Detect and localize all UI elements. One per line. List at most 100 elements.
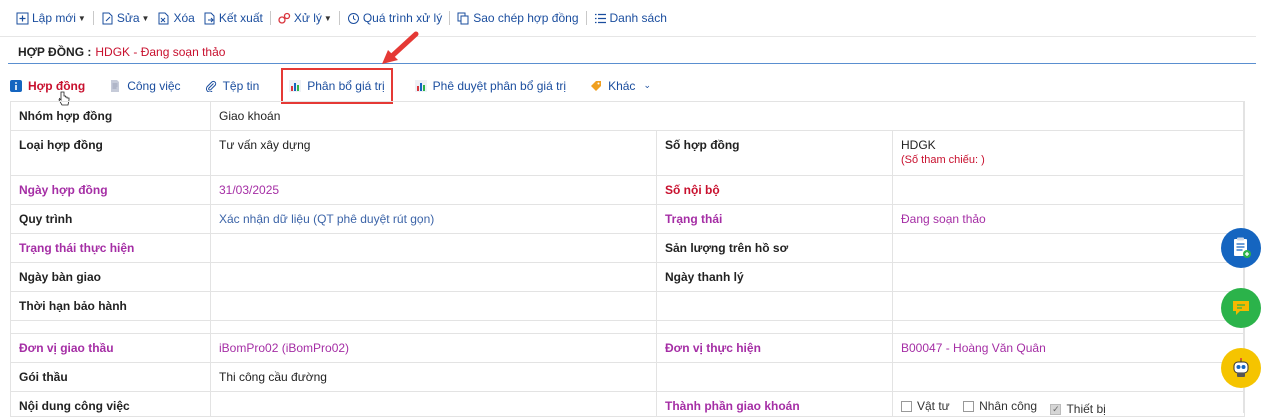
delete-button[interactable]: Xóa [157, 11, 195, 25]
execution-status-value [210, 233, 657, 263]
equipment-checkbox[interactable]: Thiết bị [1050, 402, 1106, 416]
field-label: Loại hợp đồng [10, 130, 211, 176]
bid-package-value: Thi công cầu đường [210, 362, 657, 392]
page-title-label: HỢP ĐỒNG : [18, 44, 92, 59]
process-icon [278, 12, 291, 25]
chat-icon [1233, 301, 1249, 315]
field-label: Trạng thái thực hiện [10, 233, 211, 263]
tab-contract[interactable]: Hợp đồng [10, 73, 86, 106]
clipboard-fab-button[interactable] [1221, 228, 1261, 268]
field-label: Đơn vị giao thầu [10, 333, 211, 363]
empty-cell [210, 320, 657, 334]
internal-number-value [891, 175, 1246, 205]
edit-button[interactable]: Sửa ▼ [101, 11, 150, 25]
list-button[interactable]: Danh sách [594, 11, 667, 25]
tab-tasks-label: Công việc [127, 78, 181, 93]
contract-type-value: Tư vấn xây dựng [210, 130, 657, 176]
materials-checkbox[interactable]: Vật tư [901, 399, 950, 413]
process-button[interactable]: Xử lý ▼ [278, 11, 332, 25]
form-row: Nhóm hợp đồng Giao khoán [10, 101, 1246, 131]
empty-cell [656, 291, 893, 321]
export-label: Kết xuất [218, 11, 263, 25]
tab-approve-allocation-label: Phê duyệt phân bổ giá trị [432, 78, 567, 93]
field-label: Số hợp đồng [656, 130, 893, 176]
form-row: Gói thầu Thi công cầu đường [10, 362, 1246, 392]
export-button[interactable]: Kết xuất [203, 11, 263, 25]
workflow-value: Xác nhận dữ liệu (QT phê duyệt rút gọn) [210, 204, 657, 234]
form-row: Trạng thái thực hiện Sản lượng trên hồ s… [10, 233, 1246, 263]
tab-other-label: Khác [608, 78, 636, 93]
warranty-period-value [210, 291, 657, 321]
chevron-down-icon: ⌄ [643, 80, 651, 90]
new-label: Lập mới [32, 11, 76, 25]
field-label: Ngày thanh lý [656, 262, 893, 292]
toolbar-divider [338, 11, 340, 25]
form-row: Quy trình Xác nhận dữ liệu (QT phê duyệt… [10, 204, 1246, 234]
field-label: Trạng thái [656, 204, 893, 234]
annotation-arrow-icon [382, 31, 419, 64]
chevron-down-icon: ▼ [141, 13, 150, 23]
tab-files[interactable]: Tệp tin [205, 73, 259, 98]
process-label: Xử lý [293, 11, 322, 25]
copy-icon [457, 12, 470, 25]
copy-contract-button[interactable]: Sao chép hợp đồng [457, 11, 579, 25]
new-button[interactable]: Lập mới ▼ [16, 11, 86, 25]
toolbar-divider [449, 11, 451, 25]
field-label: Gói thầu [10, 362, 211, 392]
output-value [891, 233, 1246, 263]
page-title-value: HDGK - Đang soạn thảo [95, 44, 226, 59]
form-row: Đơn vị giao thầu iBomPro02 (iBomPro02) Đ… [10, 333, 1246, 363]
form-row: Thời hạn bảo hành [10, 291, 1246, 321]
field-label: Đơn vị thực hiện [656, 333, 893, 363]
history-label: Quá trình xử lý [362, 11, 443, 25]
page-title: HỢP ĐỒNG : HDGK - Đang soạn thảo [8, 40, 1256, 64]
toolbar-divider [269, 11, 271, 25]
tab-approve-allocation[interactable]: Phê duyệt phân bổ giá trị [414, 73, 567, 98]
contract-group-value: Giao khoán [209, 101, 1246, 131]
toolbar: Lập mới ▼ Sửa ▼ Xóa Kết xuất Xử lý ▼ Quá… [0, 0, 1256, 37]
empty-cell [656, 320, 893, 334]
chevron-down-icon: ▼ [77, 13, 86, 23]
contract-number-value: HDGK (Số tham chiếu: ) [891, 130, 1246, 176]
chart-icon [414, 79, 427, 92]
checkbox-icon [963, 400, 975, 412]
delete-icon [157, 12, 170, 25]
chat-fab-button[interactable] [1221, 288, 1261, 328]
edit-label: Sửa [116, 11, 140, 25]
tab-tasks[interactable]: Công việc [109, 73, 181, 98]
assigning-unit-value: iBomPro02 (iBomPro02) [210, 333, 657, 363]
empty-cell [656, 362, 893, 392]
form-row: Loại hợp đồng Tư vấn xây dựng Số hợp đồn… [10, 130, 1246, 176]
history-button[interactable]: Quá trình xử lý [347, 11, 442, 25]
toolbar-divider [585, 11, 587, 25]
chevron-down-icon: ▼ [323, 13, 332, 23]
field-label: Số nội bộ [656, 175, 893, 205]
export-icon [203, 12, 216, 25]
tab-bar: Hợp đồng Công việc Tệp tin Phân bổ giá t… [10, 67, 675, 106]
field-label: Ngày hợp đồng [10, 175, 211, 205]
info-icon [10, 79, 22, 92]
document-icon [109, 79, 121, 92]
add-icon [16, 12, 29, 25]
field-label: Sản lượng trên hồ sơ [656, 233, 893, 263]
checkbox-icon [901, 400, 912, 412]
copy-contract-label: Sao chép hợp đồng [473, 11, 579, 25]
tab-other[interactable]: Khác ⌄ [590, 73, 651, 98]
liquidation-date-value [891, 262, 1246, 292]
assistant-fab-button[interactable] [1221, 348, 1261, 388]
empty-cell [10, 320, 211, 334]
delete-label: Xóa [173, 11, 195, 25]
status-value: Đang soạn thảo [891, 204, 1246, 234]
empty-cell [891, 291, 1246, 321]
robot-icon [1233, 358, 1249, 377]
tab-contract-label: Hợp đồng [28, 78, 86, 93]
empty-cell [891, 362, 1246, 392]
tab-value-allocation[interactable]: Phân bổ giá trị [281, 67, 393, 104]
list-icon [594, 12, 607, 25]
tag-icon [590, 80, 602, 92]
contract-form: Nhóm hợp đồng Giao khoán Loại hợp đồng T… [10, 101, 1246, 417]
labor-checkbox[interactable]: Nhân công [963, 399, 1037, 413]
tab-value-allocation-label: Phân bổ giá trị [307, 78, 385, 93]
empty-cell [891, 320, 1246, 334]
form-spacer-row [10, 320, 1246, 334]
